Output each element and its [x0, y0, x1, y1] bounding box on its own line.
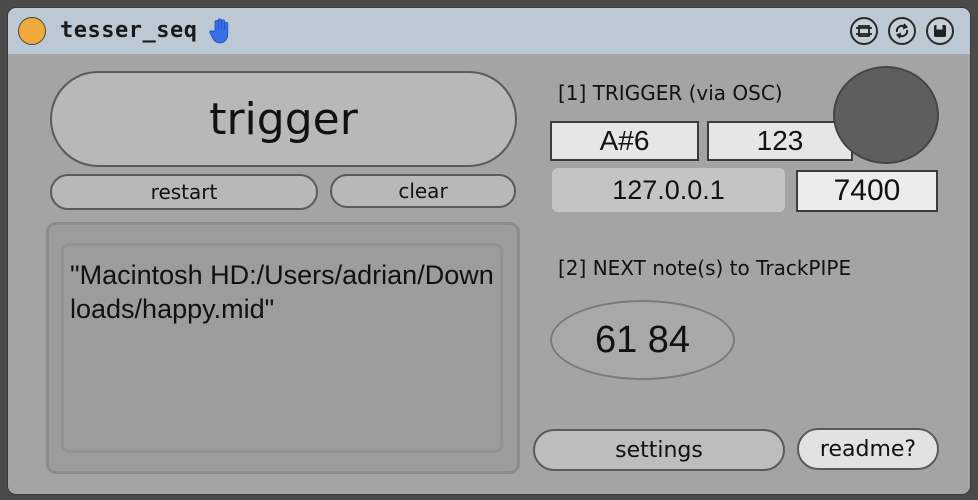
clear-button[interactable]: clear	[330, 174, 516, 208]
file-path-text: "Macintosh HD:/Users/adrian/Downloads/ha…	[61, 243, 503, 453]
restart-button[interactable]: restart	[50, 174, 318, 210]
trigger-led	[833, 66, 939, 164]
save-icon[interactable]	[926, 17, 954, 45]
ip-address-field[interactable]: 127.0.0.1	[552, 168, 785, 212]
presentation-icon[interactable]	[850, 17, 878, 45]
hot-swap-icon[interactable]	[888, 17, 916, 45]
note-number-box[interactable]: A#6	[550, 121, 699, 161]
osc-section-label: [1] TRIGGER (via OSC)	[558, 81, 783, 105]
device-panel: tesser_seq trigger restart clear "Macint…	[8, 8, 970, 494]
readme-button[interactable]: readme?	[797, 428, 939, 470]
velocity-number-box[interactable]: 123	[707, 121, 853, 161]
port-number-box[interactable]: 7400	[796, 170, 938, 212]
hand-icon	[209, 18, 229, 44]
device-titlebar: tesser_seq	[8, 8, 970, 54]
file-drop-panel[interactable]: "Macintosh HD:/Users/adrian/Downloads/ha…	[46, 222, 520, 474]
settings-button[interactable]: settings	[533, 429, 785, 471]
device-title: tesser_seq	[60, 18, 198, 43]
next-notes-display: 61 84	[550, 300, 735, 380]
power-toggle-icon[interactable]	[18, 17, 46, 45]
trigger-button[interactable]: trigger	[50, 71, 517, 167]
next-section-label: [2] NEXT note(s) to TrackPIPE	[558, 256, 852, 280]
